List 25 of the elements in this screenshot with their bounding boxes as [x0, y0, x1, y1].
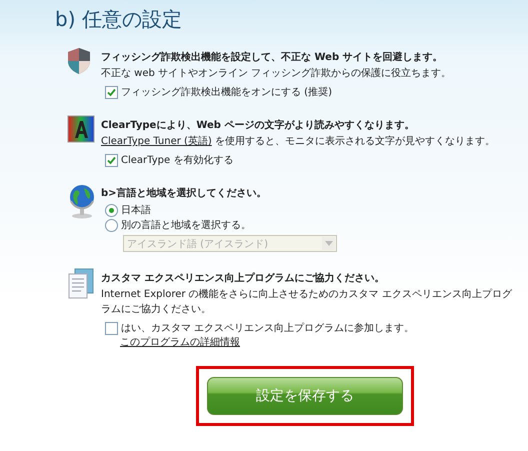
- section-heading: フィッシング詐欺検出機能を設定して、不正な Web サイトを回避します。: [101, 50, 444, 65]
- shield-icon: [67, 47, 91, 75]
- checkbox[interactable]: [105, 322, 118, 335]
- checkbox-label: ClearType を有効化する: [121, 154, 234, 167]
- link[interactable]: ClearType Tuner (英語): [101, 134, 212, 149]
- radio-button[interactable]: [105, 219, 118, 232]
- checkbox-label: はい、カスタマ エクスペリエンス向上プログラムに参加します。: [121, 322, 414, 335]
- description-text: を使用すると、モニタに表示される文字が見やすくなります。: [214, 134, 495, 149]
- radio-label: 別の言語と地域を選択する。: [121, 219, 251, 232]
- description-text: 不正な web サイトやオンライン フィッシング詐欺からの保護に役立ちます。: [101, 66, 452, 81]
- link[interactable]: このプログラムの詳細情報: [120, 335, 240, 350]
- page-title: b) 任意の設定: [55, 6, 183, 33]
- letter-a-icon: [67, 115, 95, 143]
- checkbox[interactable]: [105, 154, 118, 167]
- description-text: Internet Explorer の機能をさらに向上させるためのカスタマ エクスペリエンス向上プログラムにご協力ください。: [101, 288, 513, 317]
- document-icon: [67, 268, 95, 300]
- checkbox[interactable]: [105, 86, 118, 99]
- globe-icon: [67, 183, 97, 219]
- checkbox-label: フィッシング詐欺検出機能をオンにする (推奨): [121, 86, 332, 99]
- radio-label: 日本語: [121, 204, 151, 217]
- section-heading: ClearTypeにより、Web ページの文字がより読みやすくなります。: [101, 118, 416, 133]
- section-heading: b>言語と地域を選択してください。: [101, 186, 268, 201]
- save-button[interactable]: 設定を保存する: [207, 377, 403, 415]
- section-heading: カスタマ エクスペリエンス向上プログラムにご協力ください。: [101, 271, 386, 286]
- radio-button[interactable]: [105, 204, 118, 217]
